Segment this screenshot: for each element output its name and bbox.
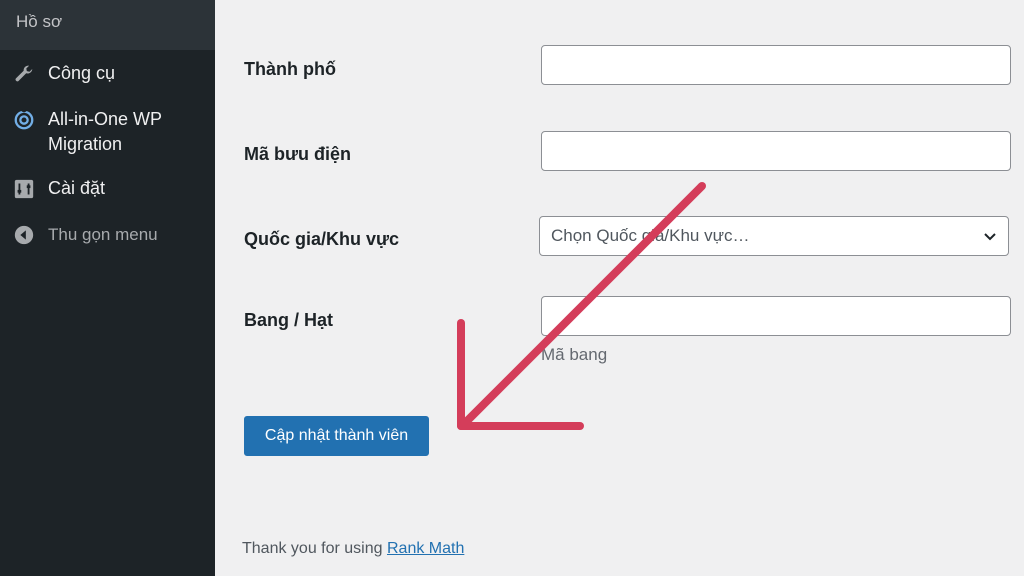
- country-selected-value: Chọn Quốc gia/Khu vực…: [551, 226, 750, 245]
- wrench-icon: [0, 61, 48, 86]
- rank-math-link[interactable]: Rank Math: [387, 540, 464, 557]
- migration-icon: [0, 107, 48, 132]
- sidebar-item-migration[interactable]: All-in-One WP Migration: [0, 107, 215, 157]
- postcode-input[interactable]: [541, 131, 1011, 171]
- sidebar-item-label: Công cụ: [48, 63, 116, 83]
- country-label: Quốc gia/Khu vực: [244, 229, 400, 249]
- profile-form: Thành phố Mã bưu điện Quốc gia/Khu vực C…: [215, 0, 1024, 576]
- sidebar-item-tools[interactable]: Công cụ: [0, 61, 215, 86]
- collapse-icon: [0, 222, 48, 247]
- city-input[interactable]: [541, 45, 1011, 85]
- state-hint: Mã bang: [541, 345, 608, 364]
- country-select[interactable]: Chọn Quốc gia/Khu vực…: [539, 216, 1009, 256]
- sidebar-item-label: Thu gọn menu: [48, 225, 158, 244]
- update-member-button[interactable]: Cập nhật thành viên: [244, 416, 429, 456]
- sidebar-item-label: All-in-One WP Migration: [48, 109, 162, 154]
- sidebar-item-label: Cài đặt: [48, 178, 106, 198]
- sidebar-collapse-button[interactable]: Thu gọn menu: [0, 222, 215, 247]
- state-label: Bang / Hạt: [244, 310, 334, 330]
- sidebar-item-profile[interactable]: Hồ sơ: [0, 0, 215, 50]
- footer-text: Thank you for using: [242, 540, 383, 557]
- chevron-down-icon: [982, 228, 998, 249]
- admin-sidebar: Hồ sơ Công cụ All-in-One WP Migration Cà…: [0, 0, 215, 576]
- state-input[interactable]: [541, 296, 1011, 336]
- postcode-label: Mã bưu điện: [244, 144, 352, 164]
- city-label: Thành phố: [244, 59, 336, 79]
- footer-credit: Thank you for using Rank Math: [242, 540, 464, 558]
- settings-icon: [0, 176, 48, 201]
- sidebar-item-settings[interactable]: Cài đặt: [0, 176, 215, 201]
